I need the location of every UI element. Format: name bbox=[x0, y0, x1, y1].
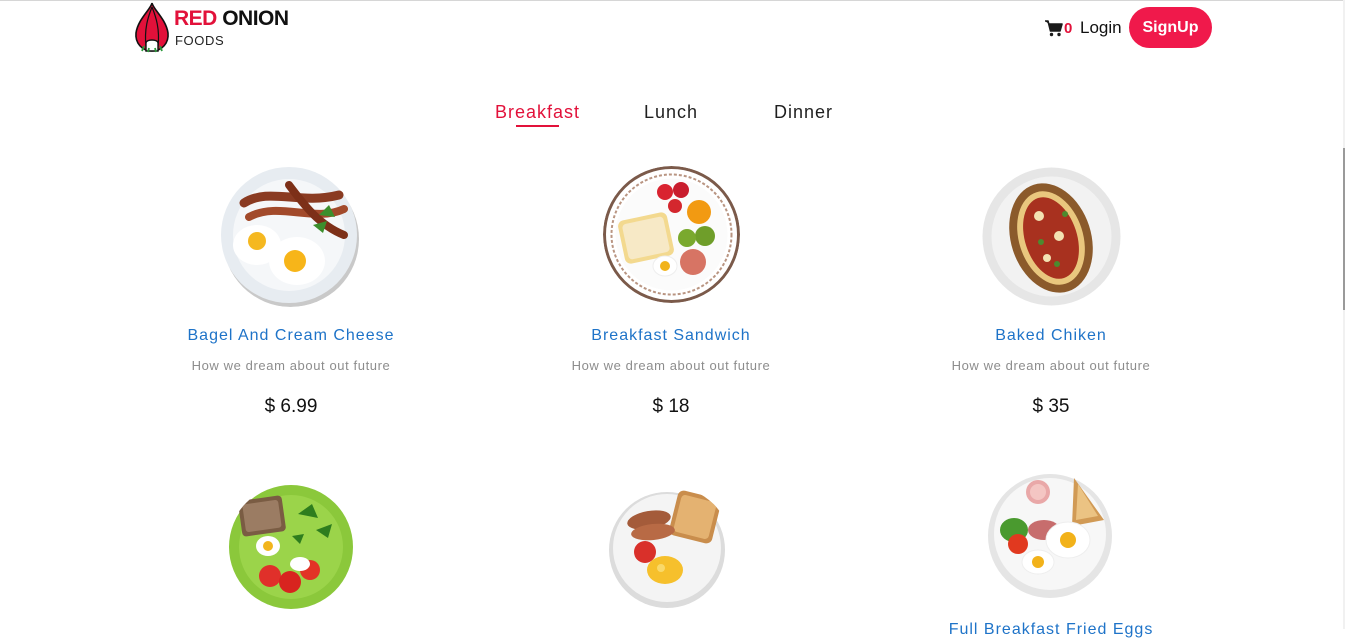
food-card[interactable]: Bagel And Cream Cheese How we dream abou… bbox=[101, 160, 481, 430]
food-price: $ 35 bbox=[1032, 396, 1070, 417]
green-salad-plate-image bbox=[229, 485, 353, 609]
cart-button[interactable]: 0 bbox=[1044, 17, 1072, 39]
food-description: How we dream about out future bbox=[191, 358, 391, 373]
food-title[interactable]: Full Breakfast Fried Eggs bbox=[861, 620, 1241, 640]
brand-name-black: ONION bbox=[222, 7, 289, 30]
cart-icon bbox=[1045, 20, 1063, 37]
tab-lunch[interactable]: Lunch bbox=[644, 101, 698, 123]
tab-breakfast[interactable]: Breakfast bbox=[495, 101, 580, 123]
food-title[interactable]: Bagel And Cream Cheese bbox=[101, 326, 481, 346]
brand-name-red: RED bbox=[174, 7, 217, 30]
food-card[interactable]: Full Breakfast Fried Eggs bbox=[861, 470, 1241, 638]
cart-count: 0 bbox=[1064, 19, 1073, 37]
food-description: How we dream about out future bbox=[951, 358, 1151, 373]
brand-logo[interactable]: RED ONION FOODS bbox=[134, 1, 289, 53]
food-card[interactable] bbox=[481, 470, 861, 629]
bread-fruit-plate-image bbox=[603, 166, 740, 303]
signup-button[interactable]: SignUp bbox=[1129, 7, 1212, 48]
bacon-eggs-plate-image bbox=[221, 167, 359, 307]
login-link[interactable]: Login bbox=[1080, 18, 1122, 38]
food-card[interactable]: Baked Chiken How we dream about out futu… bbox=[861, 160, 1241, 430]
food-title[interactable]: Breakfast Sandwich bbox=[481, 326, 861, 346]
food-description: How we dream about out future bbox=[571, 358, 771, 373]
tab-dinner[interactable]: Dinner bbox=[774, 101, 833, 123]
meal-tabs: Breakfast Lunch Dinner bbox=[0, 101, 1345, 131]
baked-potato-plate-image bbox=[982, 167, 1121, 306]
brand-name: RED ONION bbox=[174, 8, 289, 30]
toast-sausage-plate-image bbox=[609, 490, 725, 608]
onion-logo-icon bbox=[135, 2, 169, 53]
food-price: $ 18 bbox=[652, 396, 690, 417]
food-card[interactable] bbox=[101, 470, 481, 629]
food-price: $ 6.99 bbox=[264, 396, 318, 417]
brand-subtitle: FOODS bbox=[175, 33, 225, 48]
food-card[interactable]: Breakfast Sandwich How we dream about ou… bbox=[481, 160, 861, 430]
active-tab-underline bbox=[516, 125, 559, 127]
fried-eggs-toast-plate-image bbox=[988, 474, 1112, 598]
food-title[interactable]: Baked Chiken bbox=[861, 326, 1241, 346]
